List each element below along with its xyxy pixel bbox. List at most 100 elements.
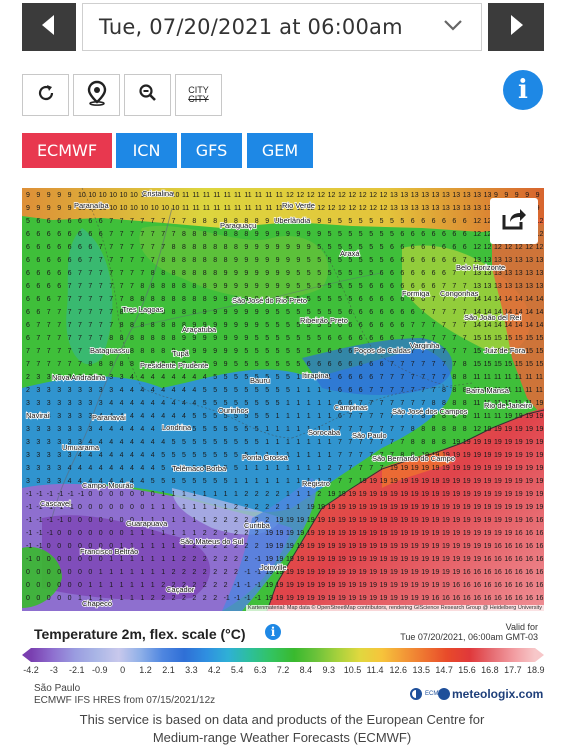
temperature-value: 19 — [494, 517, 502, 524]
temperature-value: 8 — [130, 296, 134, 303]
temperature-value: 11 — [234, 192, 241, 199]
date-time-selector[interactable]: Tue, 07/20/2021 at 06:00am — [82, 3, 482, 51]
temperature-value: 7 — [88, 309, 92, 316]
temperature-value: 19 — [411, 582, 419, 589]
temperature-value: 19 — [536, 439, 544, 446]
temperature-value: 5 — [276, 400, 280, 407]
temperature-value: 5 — [255, 387, 259, 394]
temperature-value: 19 — [504, 491, 512, 498]
temperature-value: 3 — [36, 374, 40, 381]
temperature-value: 12 — [380, 192, 388, 199]
temperature-value: 2 — [213, 595, 217, 602]
map-pin-icon — [86, 80, 108, 111]
city-label: Umuarama — [62, 443, 100, 452]
temperature-value: 9 — [265, 257, 269, 264]
info-icon[interactable]: i — [265, 624, 281, 640]
temperature-value: 1 — [151, 530, 155, 537]
temperature-value: 4 — [182, 387, 186, 394]
temperature-value: 7 — [68, 361, 72, 368]
temperature-value: 13 — [525, 257, 533, 264]
temperature-value: 11 — [255, 205, 262, 212]
temperature-value: 19 — [359, 569, 367, 576]
temperature-value: 10 — [130, 192, 138, 199]
temperature-value: 19 — [338, 595, 346, 602]
temperature-value: 6 — [421, 218, 425, 225]
temperature-value: 19 — [463, 504, 471, 511]
temperature-value: 16 — [452, 595, 460, 602]
temperature-value: 4 — [120, 400, 124, 407]
city-label: Tupã — [172, 349, 190, 358]
previous-time-button[interactable] — [22, 3, 76, 51]
temperature-value: 9 — [255, 257, 259, 264]
temperature-value: 19 — [276, 595, 284, 602]
temperature-value: 2 — [234, 556, 238, 563]
temperature-value: 5 — [317, 309, 321, 316]
temperature-value: 1 — [120, 595, 124, 602]
temperature-value: 6 — [338, 374, 342, 381]
temperature-value: 13 — [536, 283, 544, 290]
model-button-gem[interactable]: GEM — [247, 133, 313, 168]
model-button-gfs[interactable]: GFS — [181, 133, 242, 168]
temperature-value: 2 — [317, 491, 321, 498]
temperature-value: 19 — [348, 504, 356, 511]
temperature-value: 19 — [328, 582, 336, 589]
temperature-value: 8 — [192, 218, 196, 225]
temperature-value: 16 — [484, 556, 492, 563]
temperature-value: 3 — [78, 413, 82, 420]
temperature-value: 7 — [348, 465, 352, 472]
temperature-value: 1 — [307, 400, 311, 407]
temperature-value: 6 — [68, 257, 72, 264]
temperature-value: 3 — [78, 400, 82, 407]
zoom-out-button[interactable] — [124, 74, 171, 116]
temperature-value: 0 — [78, 517, 82, 524]
temperature-value: 1 — [161, 491, 165, 498]
temperature-value: 7 — [109, 322, 113, 329]
temperature-value: 9 — [265, 283, 269, 290]
temperature-value: -1 — [26, 504, 32, 511]
info-icon[interactable]: i — [503, 70, 543, 110]
temperature-value: -1 — [47, 530, 53, 537]
city-label: Bataguassu — [90, 346, 130, 355]
share-button[interactable] — [490, 198, 538, 244]
location-name: São Paulo — [34, 683, 81, 694]
temperature-value: 7 — [109, 218, 113, 225]
temperature-value: 1 — [151, 543, 155, 550]
temperature-value: 11 — [504, 374, 511, 381]
city-label: Presidente Prudente — [140, 361, 208, 370]
temperature-value: 19 — [380, 504, 388, 511]
temperature-value: 5 — [213, 413, 217, 420]
temperature-value: 19 — [400, 491, 408, 498]
temperature-value: 8 — [452, 374, 456, 381]
temperature-map[interactable]: 9 9 9 9 9 10 10 10 10 10 10 10 10 10 10 11 11 11 11 11 11 11 1… — [22, 188, 544, 611]
temperature-value: 6 — [317, 348, 321, 355]
temperature-value: 19 — [515, 439, 523, 446]
temperature-value: 5 — [296, 348, 300, 355]
temperature-value: 13 — [421, 192, 429, 199]
map-attribution: Kartenmaterial: Map data © OpenStreetMap… — [246, 605, 544, 611]
meteologix-logo[interactable]: meteologix.com — [438, 687, 543, 701]
temperature-value: 8 — [109, 361, 113, 368]
meteologix-brand: meteologix.com — [452, 687, 544, 701]
temperature-value: 8 — [130, 335, 134, 342]
temperature-value: 1 — [130, 530, 134, 537]
temperature-value: 7 — [88, 270, 92, 277]
next-time-button[interactable] — [488, 3, 544, 51]
temperature-value: 3 — [78, 387, 82, 394]
temperature-value: 19 — [359, 491, 367, 498]
temperature-value: 0 — [57, 595, 61, 602]
city-label: São Mateus do Sul — [180, 537, 244, 546]
city-labels-toggle[interactable]: CITY CITY — [175, 74, 222, 116]
temperature-value: 16 — [536, 582, 544, 589]
model-button-ecmwf[interactable]: ECMWF — [22, 133, 112, 168]
temperature-value: 1 — [140, 582, 144, 589]
temperature-value: 16 — [494, 582, 502, 589]
temperature-value: 6 — [348, 348, 352, 355]
refresh-button[interactable] — [22, 74, 69, 116]
temperature-value: 6 — [380, 361, 384, 368]
temperature-value: 5 — [369, 244, 373, 251]
location-button[interactable] — [73, 74, 120, 116]
temperature-value: 19 — [484, 543, 492, 550]
model-button-icn[interactable]: ICN — [116, 133, 177, 168]
temperature-value: 7 — [36, 361, 40, 368]
temperature-value: 5 — [244, 348, 248, 355]
